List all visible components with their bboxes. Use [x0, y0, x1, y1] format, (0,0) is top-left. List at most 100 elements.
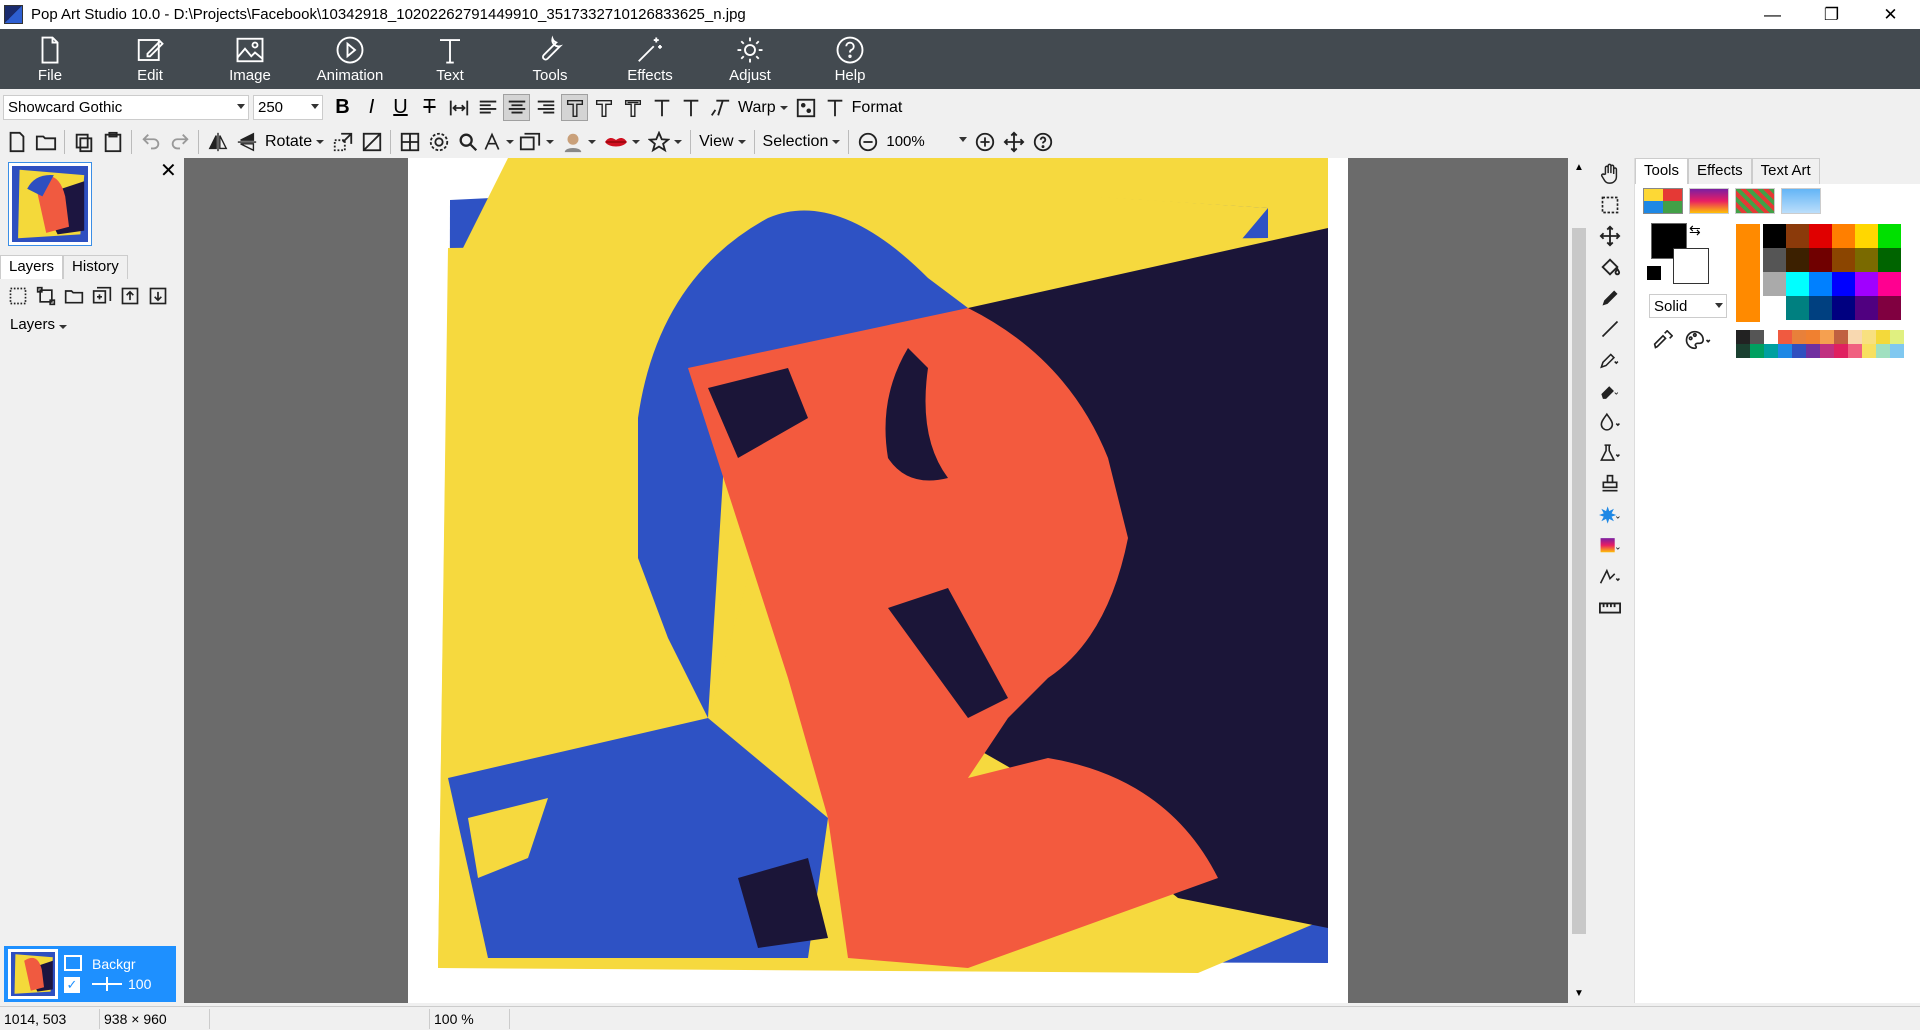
question-icon[interactable]: [1029, 128, 1056, 155]
bold-button[interactable]: B: [329, 94, 356, 121]
text-3d-icon[interactable]: [619, 94, 646, 121]
new-layer-icon[interactable]: [6, 284, 30, 308]
scrollbar-thumb[interactable]: [1572, 228, 1586, 934]
grid-icon[interactable]: [396, 128, 423, 155]
opacity-slider[interactable]: [92, 977, 122, 991]
curve-tool-icon[interactable]: [1590, 561, 1630, 592]
color-swatch[interactable]: [1848, 344, 1862, 358]
zoom-in-icon[interactable]: [971, 128, 998, 155]
settings-icon[interactable]: [425, 128, 452, 155]
view-dropdown[interactable]: View: [699, 133, 746, 151]
strikethrough-button[interactable]: T: [416, 94, 443, 121]
pencil-icon[interactable]: [1590, 282, 1630, 313]
scroll-up-icon[interactable]: ▲: [1574, 162, 1584, 173]
ribbon-help[interactable]: Help: [800, 29, 900, 89]
text-spacing-icon[interactable]: [445, 94, 472, 121]
color-swatch[interactable]: [1834, 330, 1848, 344]
text-frame-icon[interactable]: [793, 94, 820, 121]
background-color[interactable]: [1673, 248, 1709, 284]
color-swatch[interactable]: [1792, 344, 1806, 358]
zoom-out-icon[interactable]: [854, 128, 881, 155]
warp-dropdown[interactable]: Warp: [738, 99, 788, 117]
tab-effects[interactable]: Effects: [1688, 158, 1752, 184]
open-folder-icon[interactable]: [32, 128, 59, 155]
color-swatch[interactable]: [1786, 272, 1809, 296]
format-button[interactable]: Format: [852, 99, 903, 117]
vertical-scrollbar[interactable]: ▲ ▼: [1568, 158, 1590, 1003]
color-swatch[interactable]: [1786, 224, 1809, 248]
rotate-dropdown[interactable]: Rotate: [265, 133, 325, 151]
color-swatch[interactable]: [1809, 224, 1832, 248]
color-swatch[interactable]: [1763, 224, 1786, 248]
flip-horizontal-icon[interactable]: [204, 128, 231, 155]
color-swatch[interactable]: [1750, 344, 1764, 358]
color-swatch[interactable]: [1786, 296, 1809, 320]
format-text-icon[interactable]: [822, 94, 849, 121]
crop-icon[interactable]: [358, 128, 385, 155]
image-swatch-icon[interactable]: [1781, 188, 1821, 214]
color-swatch[interactable]: [1855, 224, 1878, 248]
selection-dropdown[interactable]: Selection: [763, 133, 841, 151]
ribbon-adjust[interactable]: Adjust: [700, 29, 800, 89]
text-emboss-icon[interactable]: [648, 94, 675, 121]
search-icon[interactable]: [454, 128, 481, 155]
color-swatch[interactable]: [1820, 344, 1834, 358]
new-file-icon[interactable]: [3, 128, 30, 155]
color-swatch[interactable]: [1855, 296, 1878, 320]
color-swatch[interactable]: [1832, 296, 1855, 320]
color-swatch[interactable]: [1890, 344, 1904, 358]
fit-icon[interactable]: [1000, 128, 1027, 155]
ribbon-tools[interactable]: Tools: [500, 29, 600, 89]
color-swatch[interactable]: [1778, 344, 1792, 358]
copy-icon[interactable]: [70, 128, 97, 155]
color-swatch[interactable]: [1876, 330, 1890, 344]
tab-layers[interactable]: Layers: [0, 255, 64, 279]
undo-icon[interactable]: [137, 128, 164, 155]
color-swatch[interactable]: [1832, 248, 1855, 272]
color-swatch[interactable]: [1862, 344, 1876, 358]
picture-dropdown[interactable]: [518, 131, 555, 153]
select-rect-icon[interactable]: [1590, 189, 1630, 220]
text-shadow-icon[interactable]: [590, 94, 617, 121]
color-swatch[interactable]: [1809, 272, 1832, 296]
redo-icon[interactable]: [166, 128, 193, 155]
paste-icon[interactable]: [99, 128, 126, 155]
flask-icon[interactable]: [1590, 437, 1630, 468]
hand-tool-icon[interactable]: [1590, 158, 1630, 189]
stamp-icon[interactable]: [1590, 468, 1630, 499]
minimize-button[interactable]: —: [1743, 0, 1802, 29]
fill-tool-icon[interactable]: [1590, 251, 1630, 282]
transform-layer-icon[interactable]: [34, 284, 58, 308]
color-swatch[interactable]: [1763, 248, 1786, 272]
color-swatch[interactable]: [1878, 224, 1901, 248]
color-swatch[interactable]: [1764, 330, 1778, 344]
color-swatch[interactable]: [1855, 272, 1878, 296]
lips-dropdown[interactable]: [604, 134, 641, 150]
ribbon-animation[interactable]: Animation: [300, 29, 400, 89]
color-swatch[interactable]: [1878, 272, 1901, 296]
close-document-icon[interactable]: ✕: [160, 158, 177, 183]
color-swatch[interactable]: [1820, 330, 1834, 344]
resize-icon[interactable]: [329, 128, 356, 155]
color-swatch[interactable]: [1848, 330, 1862, 344]
pattern-swatch-icon[interactable]: [1735, 188, 1775, 214]
line-tool-icon[interactable]: [1590, 313, 1630, 344]
layer-background[interactable]: ✓ Backgr 100: [4, 946, 176, 1002]
current-color-bar[interactable]: [1736, 224, 1760, 322]
zoom-select[interactable]: 100%: [882, 129, 970, 154]
palette-picker-icon[interactable]: [1685, 330, 1713, 350]
tab-tools[interactable]: Tools: [1635, 158, 1689, 184]
burst-icon[interactable]: [1590, 499, 1630, 530]
font-size-select[interactable]: 250: [253, 95, 323, 120]
align-center-icon[interactable]: [503, 94, 530, 121]
tab-history[interactable]: History: [63, 255, 128, 279]
text-glow-icon[interactable]: [677, 94, 704, 121]
pen-tool-icon[interactable]: [1590, 344, 1630, 375]
flip-vertical-icon[interactable]: [233, 128, 260, 155]
document-thumbnail[interactable]: [8, 162, 92, 246]
blur-drop-icon[interactable]: [1590, 406, 1630, 437]
font-select[interactable]: Showcard Gothic: [3, 95, 249, 120]
move-layer-up-icon[interactable]: [118, 284, 142, 308]
color-swatch[interactable]: [1878, 248, 1901, 272]
ruler-icon[interactable]: [1590, 592, 1630, 623]
